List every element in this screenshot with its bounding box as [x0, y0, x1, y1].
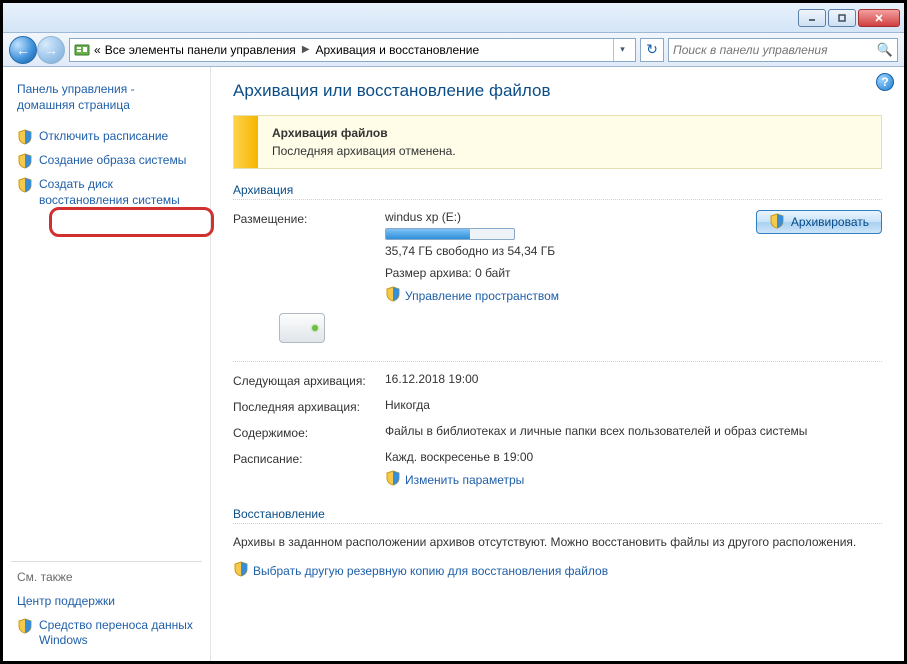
next-backup-value: 16.12.2018 19:00 [385, 372, 882, 388]
search-box[interactable]: 🔍 [668, 38, 898, 62]
close-button[interactable] [858, 9, 900, 27]
address-dropdown[interactable]: ▾ [613, 39, 631, 61]
sidebar-item-label: Средство переноса данных Windows [39, 618, 196, 649]
manage-space-link[interactable]: Управление пространством [385, 286, 559, 305]
breadcrumb-item[interactable]: Все элементы панели управления [105, 43, 296, 57]
control-panel-icon [74, 42, 90, 58]
section-header-restore: Восстановление [233, 507, 882, 524]
content-value: Файлы в библиотеках и личные папки всех … [385, 424, 882, 440]
sidebar-item-label: Создание образа системы [39, 153, 186, 169]
location-free: 35,74 ГБ свободно из 54,34 ГБ [385, 244, 744, 258]
sidebar-item-create-recovery-disc[interactable]: Создать диск восстановления системы [11, 173, 202, 212]
minimize-button[interactable] [798, 9, 826, 27]
button-label: Архивировать [791, 215, 869, 229]
warning-stripe [234, 116, 258, 168]
search-icon: 🔍 [877, 42, 893, 58]
chevron-right-icon: ▶ [300, 44, 312, 55]
arrow-left-icon: ← [16, 42, 30, 58]
sidebar-item-easy-transfer[interactable]: Средство переноса данных Windows [11, 614, 202, 653]
maximize-button[interactable] [828, 9, 856, 27]
breadcrumb-lead: « [94, 43, 101, 57]
banner-title: Архивация файлов [272, 126, 456, 140]
shield-icon [17, 618, 33, 634]
breadcrumb-item[interactable]: Архивация и восстановление [316, 43, 480, 57]
refresh-icon: ↻ [646, 41, 658, 58]
content-label: Содержимое: [233, 424, 373, 440]
forward-button[interactable]: → [37, 36, 65, 64]
restore-text: Архивы в заданном расположении архивов о… [233, 534, 882, 551]
banner-subtitle: Последняя архивация отменена. [272, 144, 456, 158]
last-backup-label: Последняя архивация: [233, 398, 373, 414]
label: домашняя страница [17, 98, 130, 112]
refresh-button[interactable]: ↻ [640, 38, 664, 62]
sidebar-item-label: Создать диск восстановления системы [39, 177, 196, 208]
label: Панель управления - [17, 82, 135, 96]
navbar: ← → « Все элементы панели управления ▶ А… [3, 33, 904, 67]
last-backup-value: Никогда [385, 398, 882, 414]
search-input[interactable] [673, 43, 873, 57]
location-drive: windus xp (E:) [385, 210, 744, 224]
backup-now-button[interactable]: Архивировать [756, 210, 882, 234]
sidebar-item-disable-schedule[interactable]: Отключить расписание [11, 125, 202, 149]
status-banner: Архивация файлов Последняя архивация отм… [233, 115, 882, 169]
link-label: Управление пространством [405, 289, 559, 303]
sidebar: Панель управления - домашняя страница От… [3, 67, 211, 661]
sidebar-item-label: Центр поддержки [17, 594, 115, 610]
content-pane: Архивация или восстановление файлов Архи… [211, 67, 904, 661]
shield-icon [17, 177, 33, 193]
next-backup-label: Следующая архивация: [233, 372, 373, 388]
schedule-value: Кажд. воскресенье в 19:00 [385, 450, 882, 464]
shield-icon [385, 286, 401, 305]
drive-icon [279, 313, 327, 351]
link-label: Выбрать другую резервную копию для восст… [253, 564, 608, 578]
sidebar-item-create-image[interactable]: Создание образа системы [11, 149, 202, 173]
choose-other-backup-link[interactable]: Выбрать другую резервную копию для восст… [233, 561, 608, 580]
control-panel-home-link[interactable]: Панель управления - домашняя страница [11, 81, 202, 125]
address-bar[interactable]: « Все элементы панели управления ▶ Архив… [69, 38, 636, 62]
change-settings-link[interactable]: Изменить параметры [385, 470, 524, 489]
back-button[interactable]: ← [9, 36, 37, 64]
schedule-label: Расписание: [233, 450, 373, 489]
page-title: Архивация или восстановление файлов [233, 81, 882, 101]
shield-icon [17, 153, 33, 169]
see-also-label: См. также [11, 570, 202, 590]
shield-icon [17, 129, 33, 145]
sidebar-item-action-center[interactable]: Центр поддержки [11, 590, 202, 614]
section-header-archive: Архивация [233, 183, 882, 200]
window-titlebar [3, 3, 904, 33]
archive-size: Размер архива: 0 байт [385, 266, 744, 280]
arrow-right-icon: → [44, 42, 58, 58]
link-label: Изменить параметры [405, 473, 524, 487]
shield-icon [385, 470, 401, 489]
disk-usage-bar [385, 228, 515, 240]
shield-icon [233, 561, 249, 580]
shield-icon [769, 213, 785, 232]
location-label: Размещение: [233, 210, 373, 226]
sidebar-item-label: Отключить расписание [39, 129, 168, 145]
